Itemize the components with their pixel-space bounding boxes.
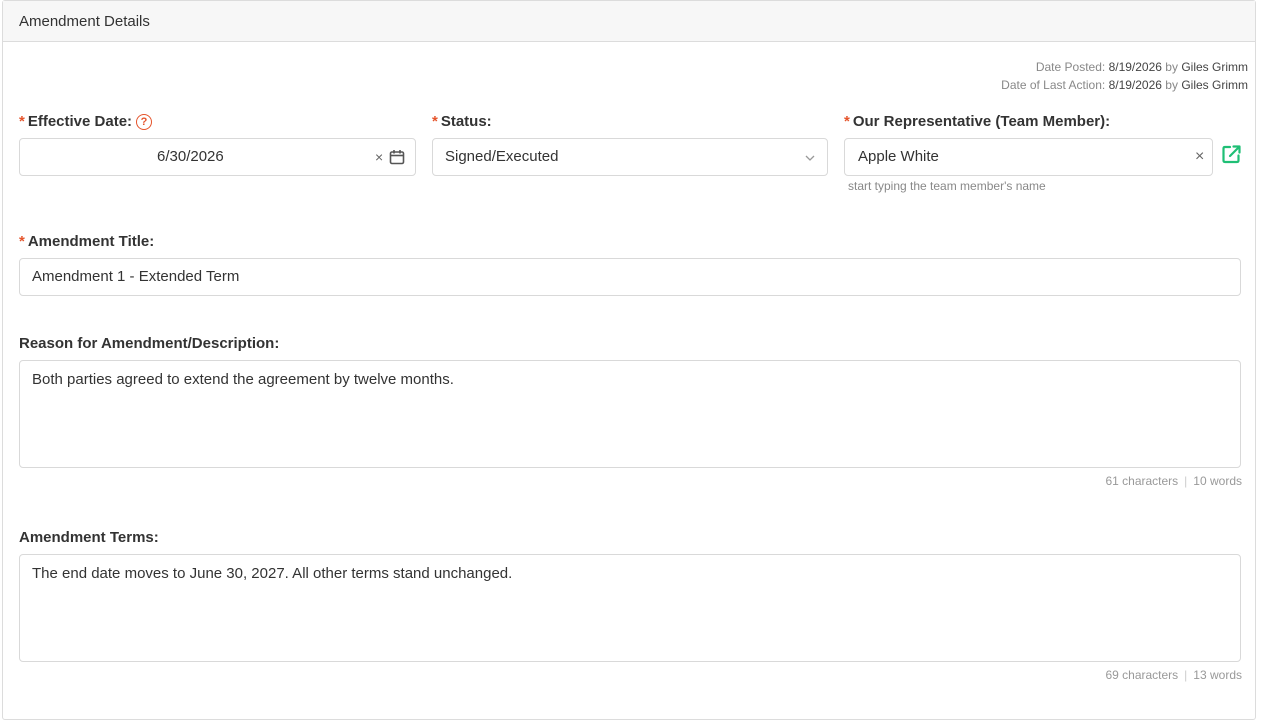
reason-characters: 61 characters: [1105, 474, 1179, 488]
required-marker: *: [19, 233, 25, 250]
status-select[interactable]: Signed/Executed: [432, 138, 828, 176]
terms-characters: 69 characters: [1105, 668, 1179, 682]
counter-separator: |: [1184, 668, 1188, 682]
amendment-title-input[interactable]: Amendment 1 - Extended Term: [19, 258, 1241, 296]
posted-by-label: by: [1165, 60, 1178, 74]
reason-label: Reason for Amendment/Description:: [19, 335, 280, 352]
representative-label: * Our Representative (Team Member):: [844, 113, 1110, 130]
last-action-line: Date of Last Action: 8/19/2026 by Giles …: [1001, 76, 1248, 94]
terms-textarea[interactable]: The end date moves to June 30, 2027. All…: [19, 554, 1241, 662]
panel-title: Amendment Details: [19, 13, 150, 30]
help-icon[interactable]: ?: [136, 114, 153, 130]
terms-value: The end date moves to June 30, 2027. All…: [32, 565, 513, 582]
terms-counter: 69 characters | 13 words: [1105, 668, 1242, 682]
last-action-by-label: by: [1165, 78, 1178, 92]
reason-textarea[interactable]: Both parties agreed to extend the agreem…: [19, 360, 1241, 468]
panel-header: Amendment Details: [3, 1, 1255, 42]
terms-label: Amendment Terms:: [19, 529, 159, 546]
reason-counter: 61 characters | 10 words: [1105, 474, 1242, 488]
external-link-icon[interactable]: [1221, 144, 1242, 165]
date-posted-label: Date Posted:: [1035, 60, 1106, 74]
last-action-value: 8/19/2026: [1108, 78, 1162, 92]
chevron-down-icon[interactable]: [804, 153, 816, 163]
last-action-by-value: Giles Grimm: [1181, 78, 1248, 92]
calendar-icon[interactable]: [389, 149, 405, 165]
effective-date-label-text: Effective Date:: [27, 113, 133, 130]
date-posted-line: Date Posted: 8/19/2026 by Giles Grimm: [1036, 58, 1248, 76]
amendment-title-label-text: Amendment Title:: [27, 233, 155, 250]
status-label-text: Status:: [440, 113, 492, 130]
terms-words: 13 words: [1193, 668, 1242, 682]
counter-separator: |: [1184, 474, 1188, 488]
status-label: * Status:: [432, 113, 492, 130]
representative-value: Apple White: [858, 148, 939, 165]
amendment-title-value: Amendment 1 - Extended Term: [32, 268, 240, 285]
required-marker: *: [432, 113, 438, 130]
effective-date-value: 6/30/2026: [157, 148, 224, 165]
posted-by-value: Giles Grimm: [1181, 60, 1248, 74]
amendment-title-label: * Amendment Title:: [19, 233, 154, 250]
effective-date-label: * Effective Date:?: [19, 113, 153, 130]
representative-label-text: Our Representative (Team Member):: [852, 113, 1111, 130]
reason-words: 10 words: [1193, 474, 1242, 488]
clear-date-icon[interactable]: ×: [375, 139, 383, 175]
status-value: Signed/Executed: [445, 148, 559, 165]
last-action-label: Date of Last Action:: [1001, 78, 1106, 92]
reason-value: Both parties agreed to extend the agreem…: [32, 371, 454, 388]
clear-representative-icon[interactable]: ×: [1195, 139, 1204, 175]
required-marker: *: [19, 113, 25, 130]
representative-input[interactable]: Apple White ×: [844, 138, 1213, 176]
effective-date-input[interactable]: 6/30/2026 ×: [19, 138, 416, 176]
representative-hint: start typing the team member's name: [848, 179, 1046, 193]
date-posted-value: 8/19/2026: [1108, 60, 1162, 74]
required-marker: *: [844, 113, 850, 130]
